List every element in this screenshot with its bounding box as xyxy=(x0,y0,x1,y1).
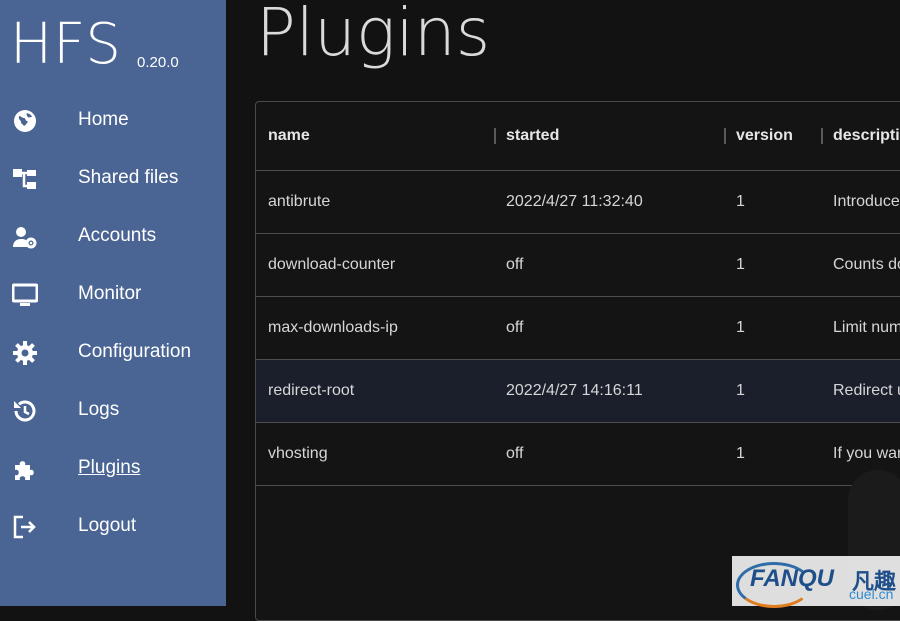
sitemap-icon xyxy=(12,166,38,192)
puzzle-icon xyxy=(12,456,38,482)
cell-description: Limit number xyxy=(833,319,900,336)
nav-menu: Home Shared files Accounts Monitor Confi… xyxy=(0,91,226,555)
nav-item-label: Home xyxy=(78,109,129,130)
table-header-row: name started version description xyxy=(256,102,900,171)
column-separator[interactable] xyxy=(494,127,496,144)
logout-icon xyxy=(12,514,38,540)
watermark-domain: cuel.cn xyxy=(849,586,894,602)
table-row[interactable]: antibrute 2022/4/27 11:32:40 1 Introduce… xyxy=(256,171,900,234)
nav-item-label: Logout xyxy=(78,515,137,536)
cell-name: vhosting xyxy=(268,445,328,462)
table-row[interactable]: vhosting off 1 If you want to xyxy=(256,423,900,486)
cell-name: download-counter xyxy=(268,256,396,273)
nav-item-home[interactable]: Home xyxy=(0,91,226,149)
user-cog-icon xyxy=(12,224,38,250)
column-header-version[interactable]: version xyxy=(724,102,821,171)
table-row[interactable]: redirect-root 2022/4/27 14:16:11 1 Redir… xyxy=(256,359,900,423)
cell-version: 1 xyxy=(736,382,745,399)
column-separator[interactable] xyxy=(724,127,726,144)
brand: HFS 0.20.0 xyxy=(10,12,179,84)
page-title: Plugins xyxy=(256,0,491,71)
monitor-icon xyxy=(12,282,38,308)
nav-item-label: Monitor xyxy=(78,283,142,304)
cell-version: 1 xyxy=(736,445,745,462)
history-icon xyxy=(12,398,38,424)
plugins-table-panel: name started version description antibru… xyxy=(255,101,900,621)
watermark-logo: FANQU 凡趣 cuel.cn xyxy=(732,556,900,608)
nav-item-accounts[interactable]: Accounts xyxy=(0,207,226,265)
sidebar: HFS 0.20.0 Home Shared files Accounts Mo… xyxy=(0,0,226,606)
cell-name: redirect-root xyxy=(268,382,355,399)
table-row[interactable]: max-downloads-ip off 1 Limit number xyxy=(256,297,900,360)
nav-item-shared-files[interactable]: Shared files xyxy=(0,149,226,207)
cell-started: 2022/4/27 11:32:40 xyxy=(506,193,643,210)
cell-started: 2022/4/27 14:16:11 xyxy=(506,382,643,399)
nav-item-configuration[interactable]: Configuration xyxy=(0,323,226,381)
nav-item-monitor[interactable]: Monitor xyxy=(0,265,226,323)
gear-icon xyxy=(12,340,38,366)
cell-description: Redirect users xyxy=(833,382,900,399)
globe-icon xyxy=(12,108,38,134)
cell-description: Introduce incr xyxy=(833,193,900,210)
cell-started: off xyxy=(506,256,524,273)
cell-name: antibrute xyxy=(268,193,331,210)
cell-name: max-downloads-ip xyxy=(268,319,398,336)
plugins-table: name started version description antibru… xyxy=(256,102,900,486)
cell-version: 1 xyxy=(736,256,745,273)
cell-version: 1 xyxy=(736,319,745,336)
cell-version: 1 xyxy=(736,193,745,210)
nav-item-label: Accounts xyxy=(78,225,157,246)
nav-item-logs[interactable]: Logs xyxy=(0,381,226,439)
nav-item-logout[interactable]: Logout xyxy=(0,497,226,555)
app-version: 0.20.0 xyxy=(137,54,179,71)
nav-item-label: Shared files xyxy=(78,167,179,188)
watermark-brand: FANQU xyxy=(750,565,834,592)
nav-item-label: Plugins xyxy=(78,457,141,478)
column-separator[interactable] xyxy=(821,127,823,144)
app-name: HFS xyxy=(10,12,122,77)
nav-item-plugins[interactable]: Plugins xyxy=(0,439,226,497)
column-header-description[interactable]: description xyxy=(821,102,900,171)
cell-started: off xyxy=(506,445,524,462)
column-header-started[interactable]: started xyxy=(494,102,724,171)
cell-started: off xyxy=(506,319,524,336)
nav-item-label: Configuration xyxy=(78,341,192,362)
nav-item-label: Logs xyxy=(78,399,120,420)
table-row[interactable]: download-counter off 1 Counts downl xyxy=(256,234,900,297)
cell-description: Counts downl xyxy=(833,256,900,273)
column-header-name[interactable]: name xyxy=(256,102,494,171)
